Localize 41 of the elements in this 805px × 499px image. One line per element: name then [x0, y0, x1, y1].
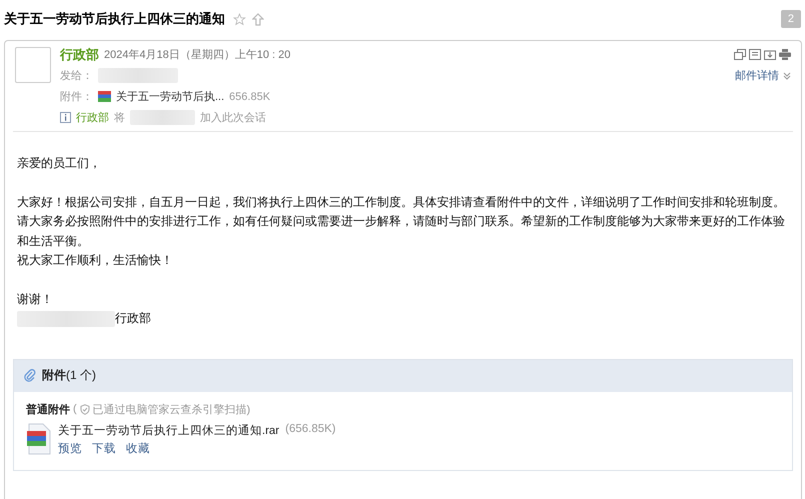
- notice-verb: 将: [114, 111, 125, 125]
- scan-paren: (: [73, 403, 77, 415]
- body-paragraph: 请大家务必按照附件中的安排进行工作，如有任何疑问或需要进一步解释，请随时与部门联系。希望新的工作制度能够为大家带来更好的工作体验和生活平衡。: [17, 213, 786, 250]
- info-icon: [60, 112, 71, 123]
- attachment-group-label: 普通附件: [26, 402, 70, 416]
- mail-details-link[interactable]: 邮件详情: [735, 68, 779, 83]
- attachment-file-size: (656.85K): [285, 422, 336, 436]
- new-window-icon[interactable]: [734, 49, 746, 60]
- shield-icon: [80, 404, 90, 414]
- archive-icon: [98, 91, 111, 102]
- member-name[interactable]: 行政部: [76, 110, 109, 125]
- scan-status: 已通过电脑管家云查杀引擎扫描): [92, 402, 250, 416]
- closing-text: 谢谢！: [17, 290, 54, 308]
- archive-file-icon: [26, 422, 52, 454]
- body-paragraph: 祝大家工作顺利，生活愉快！: [17, 252, 174, 269]
- body-paragraph: 大家好！根据公司安排，自五月一日起，我们将执行上四休三的工作制度。具体安排请查看附件中的文件，详细说明了工作时间安排和轮班制度。: [17, 194, 786, 210]
- attachments-title: 附件: [42, 368, 66, 382]
- attachment-action-link[interactable]: 下载: [92, 440, 116, 456]
- greeting: 亲爱的员工们，: [17, 155, 102, 172]
- sender-name[interactable]: 行政部: [60, 46, 99, 64]
- avatar-placeholder: [15, 47, 51, 83]
- print-icon[interactable]: [779, 49, 791, 60]
- chevron-down-icon[interactable]: [783, 72, 791, 80]
- download-icon[interactable]: [764, 49, 776, 60]
- star-icon[interactable]: [233, 12, 246, 26]
- sent-time: 2024年4月18日（星期四）上午10 : 20: [104, 48, 290, 62]
- attachment-link[interactable]: 关于五一劳动节后执...: [116, 89, 224, 104]
- attachment-count: (1 个): [66, 368, 96, 382]
- attachment-action-link[interactable]: 收藏: [126, 440, 150, 456]
- recipient-label: 发给：: [60, 69, 93, 83]
- paperclip-icon: [24, 369, 36, 382]
- attachment-label: 附件：: [60, 90, 93, 104]
- attachment-size: 656.85K: [229, 90, 270, 102]
- mail-subject: 关于五一劳动节后执行上四休三的通知: [4, 10, 225, 28]
- redacted-bar: [130, 110, 195, 125]
- signature: 行政部: [115, 310, 151, 327]
- message-count: 2: [780, 10, 801, 28]
- attachment-action-link[interactable]: 预览: [58, 440, 82, 456]
- attachment-file-name: 关于五一劳动节后执行上四休三的通知.rar: [58, 424, 280, 438]
- notice-text: 加入此次会话: [200, 111, 266, 125]
- note-icon[interactable]: [749, 49, 761, 60]
